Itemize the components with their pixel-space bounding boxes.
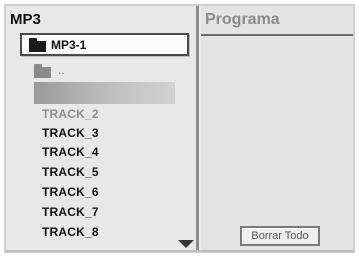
track-item[interactable]: TRACK_4: [42, 145, 99, 159]
folder-icon: [29, 38, 46, 52]
track-item[interactable]: TRACK_2: [42, 107, 99, 121]
program-panel: Programa: [201, 6, 353, 251]
track-item[interactable]: TRACK_7: [42, 205, 99, 219]
track-item[interactable]: TRACK_8: [42, 225, 99, 239]
parent-folder-item[interactable]: ..: [30, 62, 180, 80]
program-header: Programa: [201, 6, 353, 36]
parent-folder-label: ..: [58, 63, 65, 77]
folder-up-icon: [34, 64, 51, 78]
clear-all-button[interactable]: Borrar Todo: [240, 226, 320, 246]
current-folder-box[interactable]: MP3-1: [20, 33, 189, 56]
file-list-header: MP3: [8, 6, 194, 36]
bottom-divider: [6, 250, 353, 252]
file-list-title: MP3: [10, 11, 41, 28]
program-title: Programa: [205, 11, 280, 28]
triangle-down-icon[interactable]: [178, 240, 194, 248]
current-folder-label: MP3-1: [51, 38, 87, 52]
track-item[interactable]: TRACK_5: [42, 165, 99, 179]
track-item[interactable]: TRACK_6: [42, 185, 99, 199]
track-item[interactable]: TRACK_3: [42, 126, 99, 140]
selected-track-highlight[interactable]: [34, 82, 175, 104]
